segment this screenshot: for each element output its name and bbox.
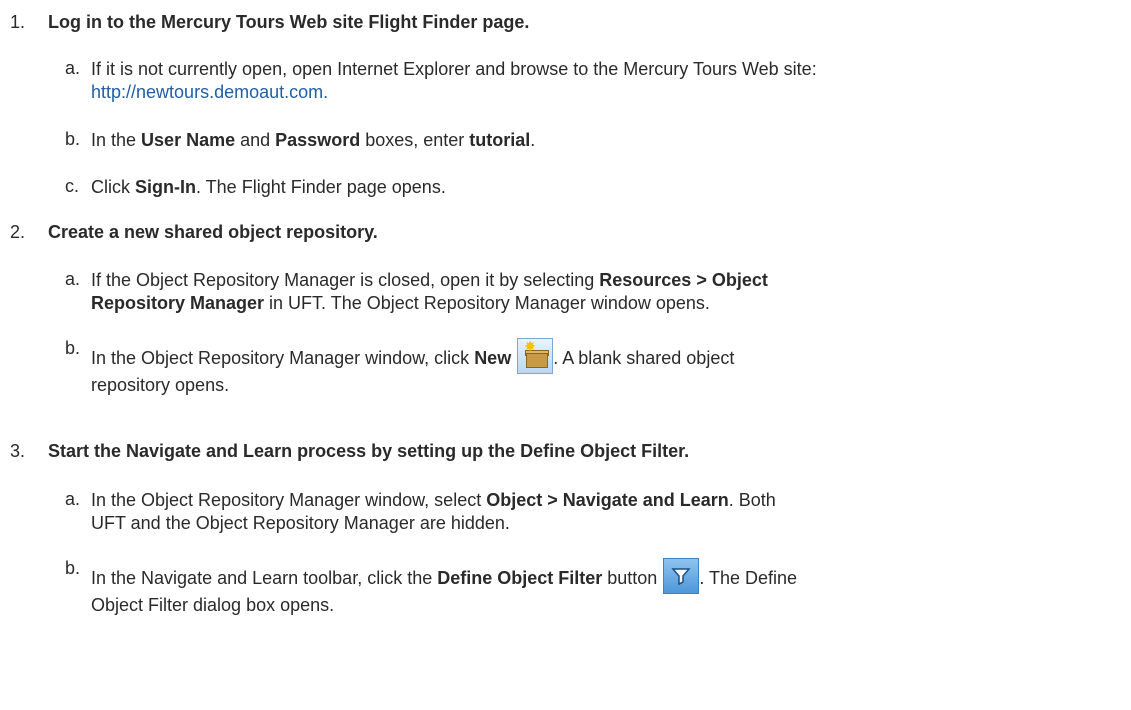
substep-text: In the Object Repository Manager window,… (91, 348, 475, 368)
new-repository-icon[interactable]: ✸ (517, 338, 554, 374)
substep-text: If the Object Repository Manager is clos… (91, 270, 600, 290)
substep-letter: a. (65, 269, 81, 289)
filter-icon[interactable] (663, 558, 700, 594)
tutorial-term: tutorial (469, 130, 531, 150)
substep-text: . The Flight Finder page opens. (196, 177, 446, 197)
substep-letter: b. (65, 129, 81, 149)
define-object-filter-term: Define Object Filter (437, 568, 603, 588)
substep-letter: a. (65, 489, 81, 509)
step-title: Log in to the Mercury Tours Web site Fli… (48, 12, 530, 32)
substep-text: . Both (728, 490, 776, 510)
substep-text: If it is not currently open, open Intern… (91, 59, 817, 79)
step-number: 1. (10, 12, 26, 32)
substep-text: in UFT. The Object Repository Manager wi… (264, 293, 710, 313)
substep-text: . The Define (699, 568, 798, 588)
new-term: New (474, 348, 512, 368)
substep-text: Click (91, 177, 135, 197)
substep-letter: a. (65, 58, 81, 78)
substep-text: and (235, 130, 276, 150)
substep-text: boxes, enter (360, 130, 470, 150)
step-number: 3. (10, 441, 26, 461)
substep-text: Object Filter dialog box opens. (91, 595, 335, 615)
substep-text: In the (91, 130, 142, 150)
menu-path-term: Object > Navigate and Learn (486, 490, 729, 510)
substep-text: In the Object Repository Manager window,… (91, 490, 487, 510)
mercury-tours-link[interactable]: http://newtours.demoaut.com. (91, 81, 1111, 104)
password-term: Password (275, 130, 361, 150)
substep-text: repository opens. (91, 375, 230, 395)
substep-letter: c. (65, 176, 80, 196)
substep-letter: b. (65, 558, 81, 578)
user-name-term: User Name (141, 130, 236, 150)
menu-path-term: Resources > Object (599, 270, 768, 290)
step-number: 2. (10, 222, 26, 242)
substep-text: . A blank shared object (553, 348, 735, 368)
step-title: Create a new shared object repository. (48, 222, 378, 242)
step-title: Start the Navigate and Learn process by … (48, 441, 690, 461)
sign-in-term: Sign-In (135, 177, 196, 197)
menu-path-term: Repository Manager (91, 293, 265, 313)
substep-text: button (602, 568, 658, 588)
substep-text: . (530, 130, 536, 150)
substep-text: In the Navigate and Learn toolbar, click… (91, 568, 438, 588)
substep-text: UFT and the Object Repository Manager ar… (91, 513, 510, 533)
substep-letter: b. (65, 338, 81, 358)
